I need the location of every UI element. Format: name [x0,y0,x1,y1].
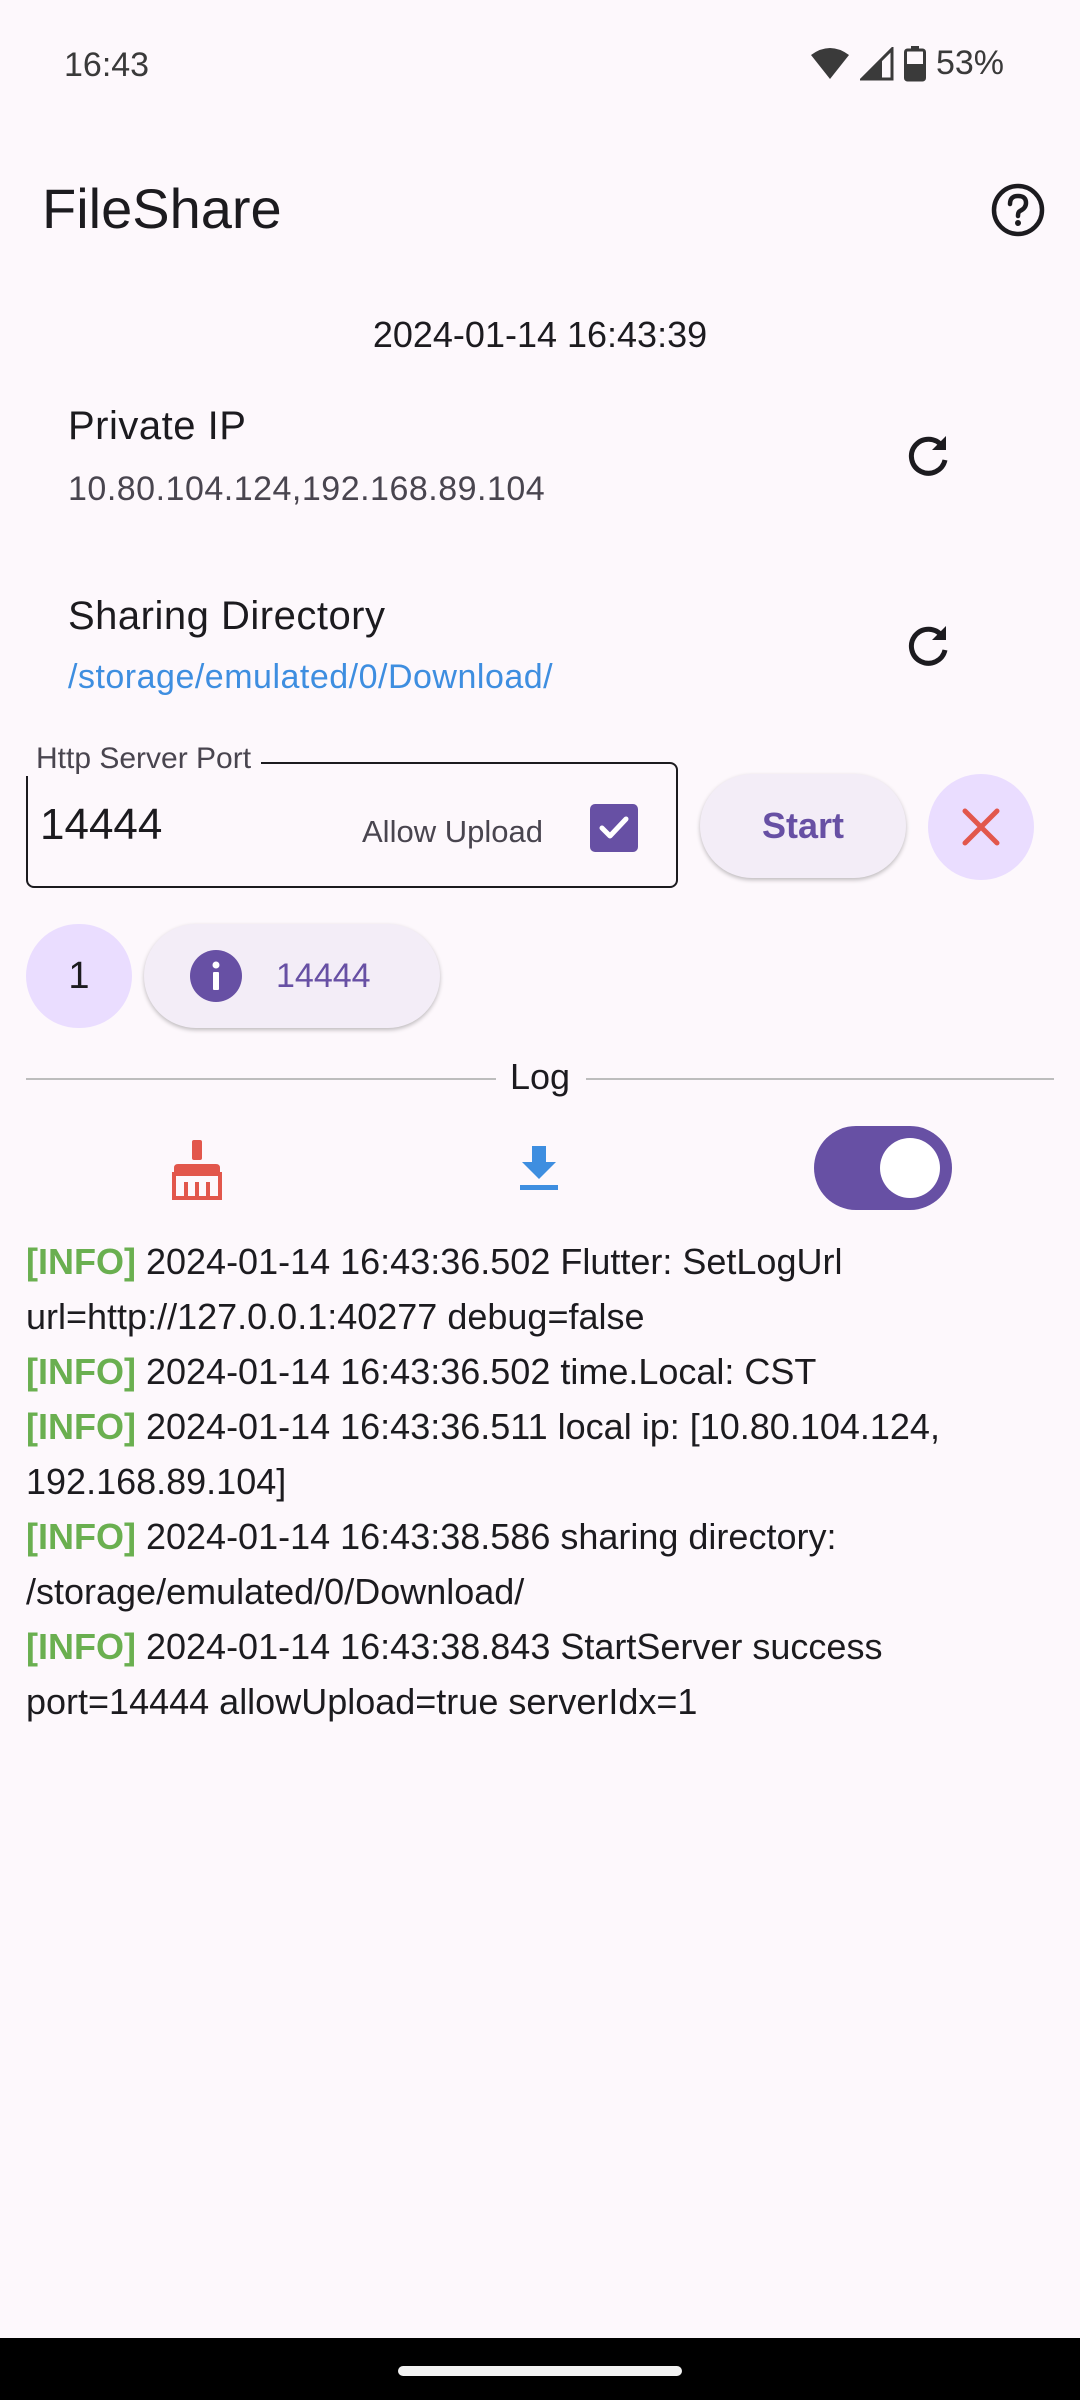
log-entry: [INFO] 2024-01-14 16:43:38.843 StartServ… [26,1619,1056,1729]
log-list: [INFO] 2024-01-14 16:43:36.502 Flutter: … [26,1234,1056,1729]
log-entry: [INFO] 2024-01-14 16:43:36.502 time.Loca… [26,1344,1056,1399]
battery-icon [903,45,926,81]
server-count-badge: 1 [26,924,132,1028]
status-icons: 53% [810,44,1004,83]
battery-level: 53% [935,44,1004,82]
allow-upload-label: Allow Upload [362,814,543,849]
log-label: Log [0,1056,1080,1098]
port-value[interactable]: 14444 [40,800,162,850]
help-circle-icon[interactable] [990,182,1046,238]
app-title: FileShare [42,177,282,240]
status-time: 16:43 [64,46,150,84]
log-text: 2024-01-14 16:43:36.511 local ip: [10.80… [26,1406,940,1502]
wifi-icon [810,47,849,79]
toggle-knob [880,1138,940,1198]
download-log-icon[interactable] [518,1144,560,1192]
log-text: 2024-01-14 16:43:36.502 time.Local: CST [145,1351,817,1392]
port-label: Http Server Port [26,742,262,776]
log-tag: [INFO] [26,1406,136,1447]
log-text: 2024-01-14 16:43:38.586 sharing director… [26,1516,837,1612]
check-icon [599,816,629,839]
allow-upload-checkbox[interactable] [590,804,638,852]
sharing-directory-title: Sharing Directory [68,594,386,638]
clear-log-icon[interactable] [170,1138,224,1200]
sharing-directory-link[interactable]: /storage/emulated/0/Download/ [68,658,553,697]
refresh-directory-icon[interactable] [902,620,954,672]
server-chip-port: 14444 [276,956,371,995]
log-text: 2024-01-14 16:43:38.843 StartServer succ… [26,1626,883,1722]
current-datetime: 2024-01-14 16:43:39 [372,314,708,355]
info-icon [190,950,242,1002]
refresh-ip-icon[interactable] [902,430,954,482]
log-entry: [INFO] 2024-01-14 16:43:36.511 local ip:… [26,1399,1056,1509]
log-toggle-switch[interactable] [814,1126,952,1210]
close-icon [962,808,1000,846]
log-label-text: Log [495,1056,585,1097]
private-ip-value: 10.80.104.124,192.168.89.104 [68,470,546,508]
log-tag: [INFO] [26,1516,136,1557]
log-tag: [INFO] [26,1351,136,1392]
private-ip-title: Private IP [68,404,247,448]
log-entry: [INFO] 2024-01-14 16:43:38.586 sharing d… [26,1509,1056,1619]
log-tag: [INFO] [26,1626,136,1667]
log-tag: [INFO] [26,1241,136,1282]
signal-icon [859,46,894,80]
server-chip[interactable]: 14444 [144,924,440,1028]
log-text: 2024-01-14 16:43:36.502 Flutter: SetLogU… [26,1241,843,1337]
stop-server-button[interactable] [928,774,1034,880]
start-server-button[interactable]: Start [700,774,906,878]
home-gesture-handle[interactable] [398,2366,682,2376]
log-entry: [INFO] 2024-01-14 16:43:36.502 Flutter: … [26,1234,1056,1344]
